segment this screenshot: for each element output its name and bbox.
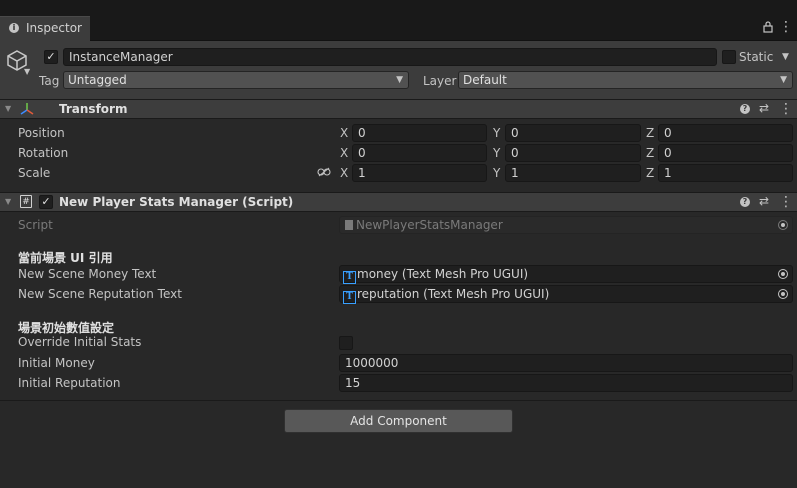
static-label: Static xyxy=(739,50,774,64)
text-mesh-pro-icon: T xyxy=(343,291,356,304)
axis-y-label[interactable]: Y xyxy=(493,166,500,180)
object-picker-icon xyxy=(778,220,788,230)
axis-z-label[interactable]: Z xyxy=(646,166,654,180)
static-dropdown-icon[interactable]: ▼ xyxy=(782,52,789,62)
scale-y-field[interactable]: 1 xyxy=(505,164,641,182)
initial-reputation-field[interactable]: 15 xyxy=(339,374,793,392)
section-initial-values-title: 場景初始數值設定 xyxy=(18,321,115,335)
script-enabled-checkbox[interactable]: ✓ xyxy=(39,195,53,209)
editor-top-bar xyxy=(0,0,797,16)
foldout-arrow-icon[interactable]: ▼ xyxy=(5,104,11,113)
tag-dropdown[interactable]: Untagged ▼ xyxy=(63,71,409,89)
position-y-field[interactable]: 0 xyxy=(505,124,641,142)
transform-title: Transform xyxy=(59,102,128,116)
preset-icon[interactable]: ⇄ xyxy=(759,194,769,208)
transform-icon xyxy=(20,103,34,115)
chevron-down-icon: ▼ xyxy=(396,75,403,85)
info-icon: i xyxy=(9,23,19,33)
initial-money-label: Initial Money xyxy=(18,356,95,370)
money-text-field[interactable]: Tmoney (Text Mesh Pro UGUI) xyxy=(339,265,793,284)
scale-label: Scale xyxy=(18,166,51,180)
reputation-text-field[interactable]: Treputation (Text Mesh Pro UGUI) xyxy=(339,285,793,304)
rotation-y-field[interactable]: 0 xyxy=(505,144,641,162)
text-mesh-pro-icon: T xyxy=(343,271,356,284)
position-z-field[interactable]: 0 xyxy=(658,124,793,142)
axis-z-label[interactable]: Z xyxy=(646,146,654,160)
icon-dropdown-arrow-icon[interactable]: ▼ xyxy=(24,67,30,76)
constrain-proportions-icon[interactable] xyxy=(317,167,331,177)
initial-reputation-label: Initial Reputation xyxy=(18,376,121,390)
chevron-down-icon: ▼ xyxy=(780,75,787,85)
component-menu-icon[interactable]: ⋮ xyxy=(779,102,793,116)
scale-x-field[interactable]: 1 xyxy=(352,164,487,182)
money-text-label: New Scene Money Text xyxy=(18,267,157,281)
axis-x-label[interactable]: X xyxy=(340,166,348,180)
axis-y-label[interactable]: Y xyxy=(493,126,500,140)
script-file-icon: # xyxy=(20,195,32,208)
script-reference-field: NewPlayerStatsManager xyxy=(339,216,793,234)
tag-dropdown-value: Untagged xyxy=(68,73,127,87)
money-text-value: money (Text Mesh Pro UGUI) xyxy=(357,267,529,281)
scale-z-field[interactable]: 1 xyxy=(658,164,793,182)
object-picker-icon[interactable] xyxy=(778,269,788,279)
tab-menu-icon[interactable]: ⋮ xyxy=(779,20,793,34)
position-x-field[interactable]: 0 xyxy=(352,124,487,142)
tab-strip xyxy=(0,16,797,41)
gameobject-active-checkbox[interactable]: ✓ xyxy=(44,50,58,64)
component-separator xyxy=(0,400,797,401)
layer-dropdown-value: Default xyxy=(463,73,507,87)
layer-dropdown[interactable]: Default ▼ xyxy=(458,71,793,89)
axis-x-label[interactable]: X xyxy=(340,146,348,160)
tab-inspector-label: Inspector xyxy=(26,21,82,35)
override-initial-stats-label: Override Initial Stats xyxy=(18,335,142,349)
layer-label: Layer xyxy=(423,74,457,88)
tag-label: Tag xyxy=(39,74,60,88)
object-picker-icon[interactable] xyxy=(778,289,788,299)
axis-z-label[interactable]: Z xyxy=(646,126,654,140)
rotation-x-field[interactable]: 0 xyxy=(352,144,487,162)
help-icon[interactable]: ? xyxy=(740,197,750,207)
script-reference-value: NewPlayerStatsManager xyxy=(356,218,503,232)
section-ui-references-title: 當前場景 UI 引用 xyxy=(18,251,113,265)
axis-y-label[interactable]: Y xyxy=(493,146,500,160)
lock-icon[interactable] xyxy=(763,21,773,33)
reputation-text-label: New Scene Reputation Text xyxy=(18,287,182,301)
axis-x-label[interactable]: X xyxy=(340,126,348,140)
override-initial-stats-checkbox[interactable] xyxy=(339,336,353,350)
gameobject-name-field[interactable]: InstanceManager xyxy=(63,48,717,66)
rotation-label: Rotation xyxy=(18,146,69,160)
position-label: Position xyxy=(18,126,65,140)
script-component-title: New Player Stats Manager (Script) xyxy=(59,195,294,209)
help-icon[interactable]: ? xyxy=(740,104,750,114)
foldout-arrow-icon[interactable]: ▼ xyxy=(5,197,11,206)
add-component-button[interactable]: Add Component xyxy=(284,409,513,433)
script-label: Script xyxy=(18,218,53,232)
component-menu-icon[interactable]: ⋮ xyxy=(779,195,793,209)
rotation-z-field[interactable]: 0 xyxy=(658,144,793,162)
static-checkbox[interactable] xyxy=(722,50,736,64)
preset-icon[interactable]: ⇄ xyxy=(759,101,769,115)
initial-money-field[interactable]: 1000000 xyxy=(339,354,793,372)
script-asset-icon xyxy=(345,220,353,230)
reputation-text-value: reputation (Text Mesh Pro UGUI) xyxy=(357,287,550,301)
